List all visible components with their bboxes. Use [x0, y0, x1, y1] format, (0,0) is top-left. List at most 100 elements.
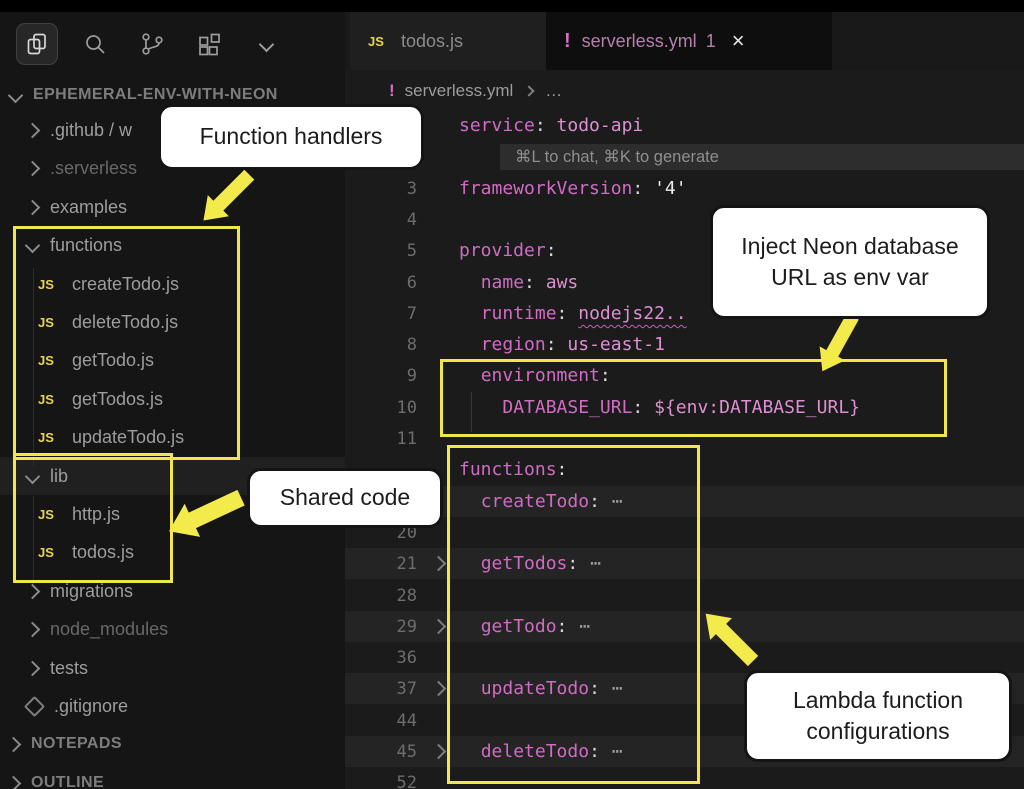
annotation-text: Lambda function [793, 685, 963, 716]
warning-icon: ! [564, 30, 571, 53]
tree-item-label: OUTLINE [31, 774, 104, 789]
tree-item-gettodo-js[interactable]: JS getTodo.js [0, 341, 345, 379]
code-line[interactable]: createTodo: ⋯ [345, 486, 1024, 517]
fold-chevron-icon[interactable] [430, 556, 446, 572]
annotation-text: Shared code [280, 482, 410, 513]
fold-chevron-icon[interactable] [430, 619, 446, 635]
indent-guide [33, 268, 34, 466]
tab-label: serverless.yml [582, 31, 697, 52]
tree-item-label: createTodo.js [72, 274, 179, 295]
line-number: 3 [345, 179, 417, 199]
tab-serverless-yml[interactable]: ! serverless.yml 1 × [546, 12, 832, 70]
tree-item-label: deleteTodo.js [72, 312, 178, 333]
code-line[interactable]: 3 frameworkVersion: '4' [345, 173, 1024, 204]
line-number: 11 [345, 429, 417, 449]
line-number: 10 [345, 398, 417, 418]
chevron-right-icon [25, 583, 41, 599]
code-line[interactable]: 10 DATABASE_URL: ${env:DATABASE_URL} [345, 392, 1024, 423]
tree-item-createtodo-js[interactable]: JScreateTodo.js [0, 265, 345, 303]
chevron-right-icon [25, 660, 41, 676]
tree-item-deletetodo-js[interactable]: JS deleteTodo.js [0, 303, 345, 341]
code-line[interactable]: functions: [345, 454, 1024, 485]
js-file-icon: JS [38, 353, 60, 368]
tree-item-label: functions [50, 235, 122, 256]
close-icon[interactable]: × [732, 30, 745, 52]
code-line[interactable]: ⌘L to chat, ⌘K to generate [345, 141, 1024, 172]
warning-icon: ! [389, 81, 395, 101]
tree-item-label: .github / w [50, 120, 132, 141]
line-number: 28 [345, 586, 417, 606]
tree-item-migrations[interactable]: migrations [0, 572, 345, 610]
editor-window: EPHEMERAL-ENV-WITH-NEON .github / w .serv… [0, 0, 1024, 789]
line-number: 5 [345, 241, 417, 261]
arrow-to-functions-folder [196, 166, 258, 228]
code-line[interactable]: service: todo-api [345, 110, 1024, 141]
tab-label: todos.js [401, 31, 463, 52]
tree-item-label: examples [50, 197, 127, 218]
code-text: getTodo: ⋯ [459, 616, 591, 637]
tree-item-updatetodo-js[interactable]: JSupdateTodo.js [0, 418, 345, 456]
tree-item-label: NOTEPADS [31, 735, 122, 753]
tree-item--gitignore[interactable]: .gitignore [0, 687, 345, 725]
code-line[interactable]: 11 [345, 423, 1024, 454]
line-number: 8 [345, 335, 417, 355]
code-line[interactable]: 21 getTodos: ⋯ [345, 548, 1024, 579]
chevron-down-icon [25, 468, 41, 484]
tree-item-label: getTodo.js [72, 350, 154, 371]
chevron-right-icon [25, 199, 41, 215]
chevron-right-icon [6, 736, 22, 752]
code-line[interactable]: 28 [345, 580, 1024, 611]
annotation-inject-env: Inject Neon database URL as env var [710, 205, 990, 319]
tree-item-tests[interactable]: tests [0, 649, 345, 687]
annotation-text: configurations [806, 716, 949, 747]
tree-item-label: .serverless [50, 158, 137, 179]
code-line[interactable]: 29 getTodo: ⋯ [345, 611, 1024, 642]
line-number: 29 [345, 617, 417, 637]
tree-item-label: .gitignore [54, 696, 128, 717]
source-control-icon[interactable] [132, 24, 172, 64]
line-number: 52 [345, 773, 417, 789]
code-text: functions: [459, 459, 567, 480]
code-line[interactable]: 8 region: us-east-1 [345, 329, 1024, 360]
explorer-icon[interactable] [16, 23, 58, 65]
extensions-icon[interactable] [189, 24, 229, 64]
code-text: frameworkVersion: '4' [459, 178, 687, 199]
code-line[interactable]: 9 environment: [345, 360, 1024, 391]
js-file-icon: JS [38, 315, 60, 330]
line-number: 36 [345, 648, 417, 668]
line-number: 45 [345, 742, 417, 762]
code-text: createTodo: ⋯ [459, 491, 624, 512]
chevron-right-icon [524, 85, 535, 96]
annotation-lambda-config: Lambda function configurations [744, 670, 1012, 762]
sidebar-section-outline[interactable]: OUTLINE [0, 764, 345, 789]
code-text: environment: [459, 365, 611, 386]
js-file-icon: JS [38, 545, 60, 560]
sidebar-section-notepads[interactable]: NOTEPADS [0, 725, 345, 763]
code-line[interactable]: 36 [345, 642, 1024, 673]
breadcrumb-file[interactable]: serverless.yml [405, 81, 514, 101]
tab-todos-js[interactable]: JS todos.js [350, 12, 546, 70]
tree-item-label: node_modules [50, 619, 168, 640]
code-text: updateTodo: ⋯ [459, 678, 624, 699]
tree-item-functions[interactable]: functions [0, 226, 345, 264]
code-line[interactable]: 52 [345, 767, 1024, 789]
tree-item-examples[interactable]: examples [0, 188, 345, 226]
tree-item-label: http.js [72, 504, 120, 525]
fold-chevron-icon[interactable] [430, 744, 446, 760]
code-text: deleteTodo: ⋯ [459, 741, 624, 762]
chevron-right-icon [25, 122, 41, 138]
code-line[interactable]: 20 [345, 517, 1024, 548]
tree-item-label: migrations [50, 581, 133, 602]
fold-chevron-icon[interactable] [430, 681, 446, 697]
indent-guide [33, 496, 34, 584]
root-folder-label: EPHEMERAL-ENV-WITH-NEON [33, 86, 278, 104]
line-number: 37 [345, 679, 417, 699]
search-icon[interactable] [75, 24, 115, 64]
chevron-down-icon [25, 237, 41, 253]
breadcrumb[interactable]: ! serverless.yml … [345, 78, 562, 104]
breadcrumb-more[interactable]: … [545, 81, 562, 101]
line-number: 9 [345, 366, 417, 386]
tree-item-node-modules[interactable]: node_modules [0, 610, 345, 648]
tree-item-gettodos-js[interactable]: JSgetTodos.js [0, 380, 345, 418]
more-views-chevron-icon[interactable] [246, 24, 286, 64]
